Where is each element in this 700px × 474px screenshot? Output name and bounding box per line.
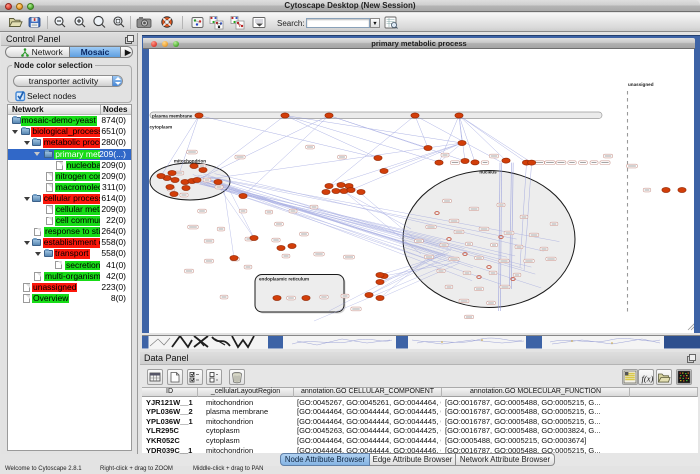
svg-text:cytoplasm: cytoplasm (150, 125, 173, 130)
svg-text:unassigned: unassigned (628, 82, 654, 87)
svg-text:plasma membrane: plasma membrane (152, 113, 193, 118)
svg-text:f(x): f(x) (642, 374, 654, 384)
svg-text:mitochondrion: mitochondrion (174, 159, 206, 164)
svg-text:nucleus: nucleus (479, 170, 497, 175)
svg-text:endoplasmic reticulum: endoplasmic reticulum (259, 277, 309, 282)
